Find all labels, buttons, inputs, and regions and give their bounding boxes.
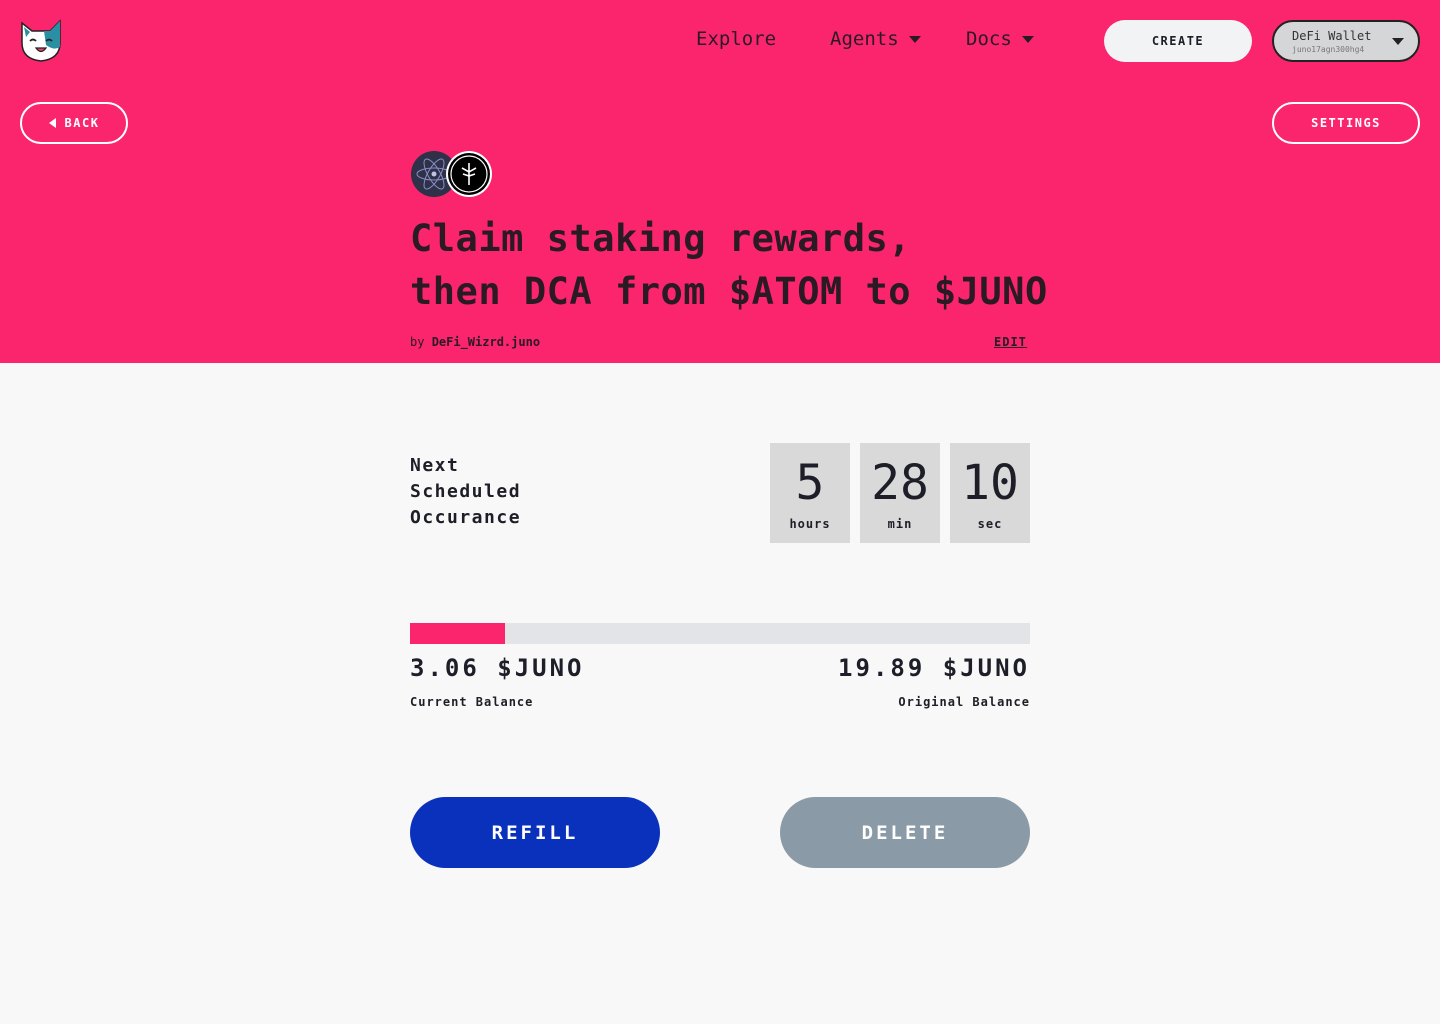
nav-agents[interactable]: Agents xyxy=(830,28,921,50)
cat-logo-icon[interactable] xyxy=(18,17,64,63)
juno-icon xyxy=(446,151,492,197)
timer-hours: 5 hours xyxy=(770,443,850,543)
timer-minutes-unit: min xyxy=(887,517,913,531)
nav-docs[interactable]: Docs xyxy=(966,28,1034,50)
chevron-down-icon xyxy=(1021,35,1034,43)
wallet-selector[interactable]: DeFi Wallet juno17agn300hg4 xyxy=(1272,20,1420,62)
timer-hours-unit: hours xyxy=(789,517,831,531)
refill-button[interactable]: REFILL xyxy=(410,797,660,868)
chevron-down-icon xyxy=(908,35,921,43)
wallet-name: DeFi Wallet xyxy=(1292,29,1372,43)
nav-explore[interactable]: Explore xyxy=(696,28,776,50)
back-label: BACK xyxy=(64,116,100,130)
wallet-address: juno17agn300hg4 xyxy=(1292,45,1365,54)
delete-button[interactable]: DELETE xyxy=(780,797,1030,868)
balance-progress-bar xyxy=(410,623,1030,644)
coin-icons xyxy=(411,151,492,197)
next-scheduled-label: Next Scheduled Occurance xyxy=(410,453,610,531)
agent-title-line2: then DCA from $ATOM to $JUNO xyxy=(410,270,1048,313)
agent-title: Claim staking rewards, then DCA from $AT… xyxy=(410,212,1070,318)
create-button[interactable]: CREATE xyxy=(1104,20,1252,62)
original-balance-label: Original Balance xyxy=(898,695,1030,709)
settings-button[interactable]: SETTINGS xyxy=(1272,102,1420,144)
timer-hours-value: 5 xyxy=(795,455,825,511)
nav-docs-label: Docs xyxy=(966,28,1012,50)
timer-seconds: 10 sec xyxy=(950,443,1030,543)
timer-minutes: 28 min xyxy=(860,443,940,543)
byline: by DeFi_Wizrd.juno xyxy=(410,335,540,349)
nav-agents-label: Agents xyxy=(830,28,899,50)
edit-link[interactable]: EDIT xyxy=(994,335,1027,349)
current-balance-label: Current Balance xyxy=(410,695,534,709)
label-line: Next xyxy=(410,455,460,476)
label-line: Occurance xyxy=(410,507,522,528)
label-line: Scheduled xyxy=(410,481,522,502)
timer-seconds-value: 10 xyxy=(961,455,1019,511)
author-name[interactable]: DeFi_Wizrd.juno xyxy=(432,335,540,349)
chevron-down-icon xyxy=(1392,38,1404,45)
byline-prefix: by xyxy=(410,335,425,349)
timer-minutes-value: 28 xyxy=(871,455,929,511)
back-button[interactable]: BACK xyxy=(20,102,128,144)
timer-seconds-unit: sec xyxy=(977,517,1003,531)
original-balance-amount: 19.89 $JUNO xyxy=(838,654,1030,682)
agent-title-line1: Claim staking rewards, xyxy=(410,217,912,260)
balance-progress-fill xyxy=(410,623,506,644)
current-balance-amount: 3.06 $JUNO xyxy=(410,654,585,682)
back-arrow-icon xyxy=(48,118,56,128)
nav-explore-label: Explore xyxy=(696,28,777,50)
